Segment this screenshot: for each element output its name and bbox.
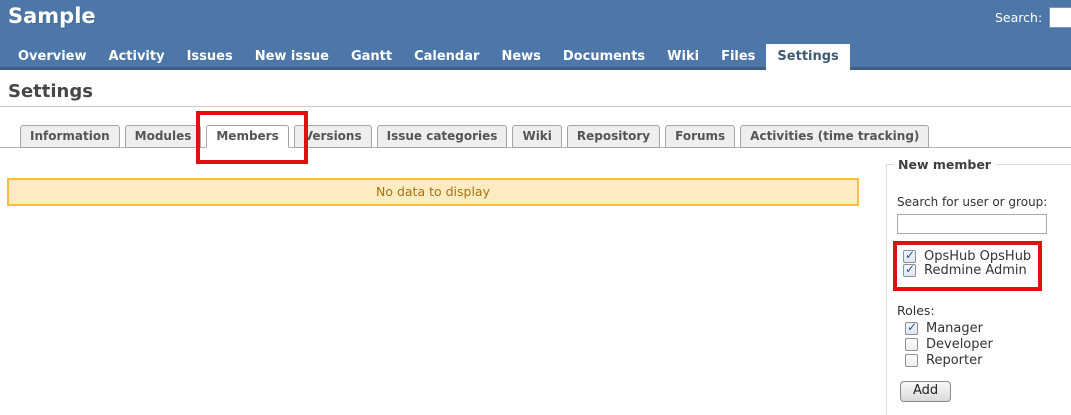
project-title: Sample xyxy=(8,4,96,28)
checkbox-checked-icon[interactable] xyxy=(905,322,918,335)
user-checkbox-list: OpsHub OpsHub Redmine Admin xyxy=(903,250,1031,278)
checkbox-checked-icon[interactable] xyxy=(903,264,916,277)
user-label: OpsHub OpsHub xyxy=(924,250,1031,263)
tab-members-label: Members xyxy=(216,129,278,143)
search-area: Search: xyxy=(995,7,1071,28)
user-row-opshub[interactable]: OpsHub OpsHub xyxy=(903,250,1031,263)
search-label: Search: xyxy=(995,10,1042,25)
add-member-button[interactable]: Add xyxy=(900,381,951,402)
user-search-label: Search for user or group: xyxy=(897,195,1071,209)
nav-item-calendar[interactable]: Calendar xyxy=(403,44,490,70)
search-input[interactable] xyxy=(1049,7,1071,28)
nav-item-new-issue[interactable]: New issue xyxy=(244,44,340,70)
page: Sample Search: Overview Activity Issues … xyxy=(0,0,1071,415)
main-menu: Overview Activity Issues New issue Gantt… xyxy=(7,44,1071,70)
nav-item-activity[interactable]: Activity xyxy=(98,44,176,70)
nav-item-wiki[interactable]: Wiki xyxy=(656,44,710,70)
user-search-input[interactable] xyxy=(897,214,1047,234)
settings-tabs: Information Modules Members Versions Iss… xyxy=(0,125,1071,148)
nodata-message: No data to display xyxy=(7,178,859,206)
user-row-redmine-admin[interactable]: Redmine Admin xyxy=(903,264,1031,277)
new-member-legend: New member xyxy=(894,157,995,172)
tab-activities[interactable]: Activities (time tracking) xyxy=(740,125,929,148)
tab-members[interactable]: Members xyxy=(206,125,288,148)
roles-label: Roles: xyxy=(897,303,1071,318)
tab-modules[interactable]: Modules xyxy=(125,125,202,148)
tab-information[interactable]: Information xyxy=(20,125,120,148)
new-member-fieldset: New member Search for user or group: Ops… xyxy=(886,157,1071,415)
tab-forums[interactable]: Forums xyxy=(665,125,735,148)
page-title: Settings xyxy=(0,70,1071,107)
nav-item-news[interactable]: News xyxy=(490,44,551,70)
role-row-reporter[interactable]: Reporter xyxy=(905,354,1071,367)
tab-versions[interactable]: Versions xyxy=(294,125,372,148)
tab-issue-categories[interactable]: Issue categories xyxy=(377,125,508,148)
role-label: Reporter xyxy=(926,354,982,367)
nav-item-settings[interactable]: Settings xyxy=(766,44,849,70)
nav-item-issues[interactable]: Issues xyxy=(176,44,244,70)
role-label: Manager xyxy=(926,322,983,335)
role-row-developer[interactable]: Developer xyxy=(905,338,1071,351)
app-header: Sample Search: Overview Activity Issues … xyxy=(0,0,1071,70)
checkbox-unchecked-icon[interactable] xyxy=(905,338,918,351)
nav-item-documents[interactable]: Documents xyxy=(552,44,656,70)
tab-wiki[interactable]: Wiki xyxy=(512,125,561,148)
roles-checkbox-list: Manager Developer Reporter xyxy=(905,322,1071,367)
tab-repository[interactable]: Repository xyxy=(567,125,660,148)
role-row-manager[interactable]: Manager xyxy=(905,322,1071,335)
role-label: Developer xyxy=(926,338,993,351)
nav-item-gantt[interactable]: Gantt xyxy=(340,44,403,70)
user-label: Redmine Admin xyxy=(924,264,1027,277)
nav-item-files[interactable]: Files xyxy=(710,44,766,70)
nav-item-overview[interactable]: Overview xyxy=(7,44,98,70)
checkbox-unchecked-icon[interactable] xyxy=(905,354,918,367)
